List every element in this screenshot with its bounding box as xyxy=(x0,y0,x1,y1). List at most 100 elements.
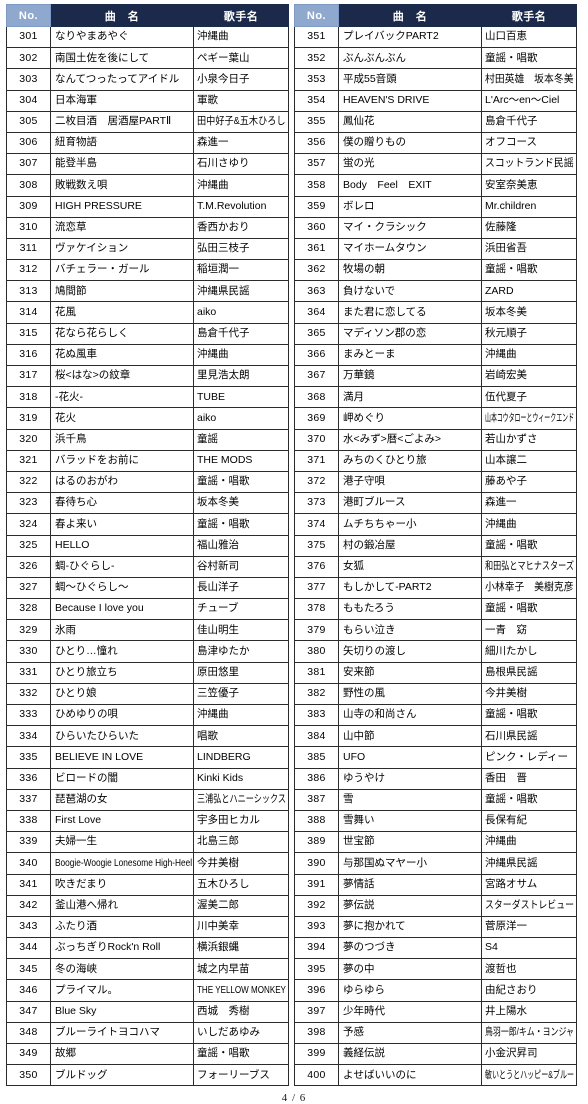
song-title-text: ゆらゆら xyxy=(343,983,385,996)
cell-song-title: 夢のつづき xyxy=(338,937,482,960)
artist-name-text: aiko xyxy=(197,305,217,318)
artist-name-text: いしだあゆみ xyxy=(197,1026,260,1039)
table-row: 302 南国土佐を後にして ペギー葉山 xyxy=(6,47,289,70)
song-title-text: 夢に抱かれて xyxy=(343,920,406,933)
cell-artist-name: LINDBERG xyxy=(193,746,289,769)
song-title-text: 負けないで xyxy=(343,284,396,297)
artist-name-text: 沖縄曲 xyxy=(485,835,517,848)
cell-song-title: 牧場の朝 xyxy=(338,259,482,282)
table-row: 311 ヴァケイション 弘田三枝子 xyxy=(6,237,289,261)
artist-name-text: 石川県民謡 xyxy=(485,729,538,742)
artist-name-text: aiko xyxy=(197,411,217,424)
song-title-text: 花風 xyxy=(55,305,76,318)
cell-song-title: 負けないで xyxy=(338,280,482,303)
cell-artist-name: 童謡・唱歌 xyxy=(481,259,577,282)
table-row: 335 BELIEVE IN LOVE LINDBERG xyxy=(6,746,289,769)
cell-song-title: Because I love you xyxy=(50,598,194,621)
cell-no: 313 xyxy=(6,280,51,303)
cell-artist-name: 川中美幸 xyxy=(193,915,289,939)
cell-no: 387 xyxy=(294,788,339,811)
cell-song-title: HELLO xyxy=(50,534,194,557)
cell-no: 379 xyxy=(294,619,339,642)
cell-artist-name: 小泉今日子 xyxy=(193,68,289,91)
artist-name-text: 森進一 xyxy=(485,496,517,509)
cell-artist-name: 山本譲二 xyxy=(481,449,577,472)
cell-artist-name: 谷村新司 xyxy=(193,555,289,578)
table-row: 353 平成55音頭 村田英雄 坂本冬美 xyxy=(294,68,577,91)
cell-artist-name: 童謡・唱歌 xyxy=(193,1042,289,1066)
cell-song-title: 吹きだまり xyxy=(50,873,194,896)
cell-song-title: BELIEVE IN LOVE xyxy=(50,746,194,769)
cell-song-title: 夢に抱かれて xyxy=(338,915,482,939)
song-title-text: 満月 xyxy=(343,390,364,403)
cell-song-title: まみとーま xyxy=(338,343,482,367)
cell-artist-name: スターダストレビュー xyxy=(481,894,577,917)
table-row: 349 故郷 童謡・唱歌 xyxy=(6,1042,289,1066)
artist-name-text: 秋元順子 xyxy=(485,326,527,339)
table-header-left: No. 曲 名 歌手名 xyxy=(6,4,289,27)
song-title-text: 氷雨 xyxy=(55,623,76,636)
cell-no: 398 xyxy=(294,1021,339,1045)
cell-no: 358 xyxy=(294,174,339,197)
cell-artist-name: 細川たかし xyxy=(481,640,577,663)
cell-no: 324 xyxy=(6,513,51,536)
cell-song-title: Boogie-Woogie Lonesome High-Heel xyxy=(50,852,194,875)
cell-no: 355 xyxy=(294,110,339,133)
song-title-text: 二枚目酒 居酒屋PARTⅡ xyxy=(55,115,172,128)
cell-no: 333 xyxy=(6,703,51,727)
cell-song-title: ひとり娘 xyxy=(50,682,194,706)
cell-artist-name: 香西かおり xyxy=(193,216,289,239)
artist-name-text: 山口百恵 xyxy=(485,30,527,43)
cell-no: 360 xyxy=(294,216,339,239)
cell-song-title: 紐育物語 xyxy=(50,131,194,155)
song-title-text: もらい泣き xyxy=(343,623,396,636)
artist-name-text: 村田英雄 坂本冬美 xyxy=(485,72,574,85)
artist-name-text: 島根県民謡 xyxy=(485,665,538,678)
cell-no: 376 xyxy=(294,555,339,578)
table-row: 345 冬の海峡 城之内早苗 xyxy=(6,958,289,981)
artist-name-text: 今井美樹 xyxy=(197,856,239,869)
table-row: 319 花火 aiko xyxy=(6,407,289,430)
cell-no: 304 xyxy=(6,89,51,112)
artist-name-text: 由紀さおり xyxy=(485,983,538,996)
cell-song-title: 蜩-ひぐらし- xyxy=(50,555,194,578)
table-row: 362 牧場の朝 童謡・唱歌 xyxy=(294,259,577,282)
cell-song-title: 桜<はな>の紋章 xyxy=(50,364,194,388)
song-title-text: HIGH PRESSURE xyxy=(55,199,142,212)
table-row: 398 予感 鳥羽一郎/キム・ヨンジャ xyxy=(294,1021,577,1045)
song-title-text: 万華鏡 xyxy=(343,369,375,382)
cell-no: 341 xyxy=(6,873,51,896)
song-title-text: ひらいたひらいた xyxy=(55,729,139,742)
cell-song-title: 蜩～ひぐらし～ xyxy=(50,576,194,600)
song-title-text: 蛍の光 xyxy=(343,157,375,170)
cell-song-title: ビロードの闇 xyxy=(50,767,194,790)
cell-no: 374 xyxy=(294,513,339,536)
cell-song-title: ひとり…憧れ xyxy=(50,640,194,663)
table-row: 367 万華鏡 岩崎宏美 xyxy=(294,364,577,388)
song-title-text: 山寺の和尚さん xyxy=(343,708,417,721)
artist-name-text: 横浜銀蝿 xyxy=(197,941,239,954)
song-title-text: ひとり娘 xyxy=(55,687,97,700)
cell-no: 386 xyxy=(294,767,339,790)
cell-song-title: 万華鏡 xyxy=(338,364,482,388)
artist-name-text: S4 xyxy=(485,941,498,954)
cell-artist-name: ペギー葉山 xyxy=(193,47,289,70)
cell-no: 307 xyxy=(6,153,51,176)
table-row: 341 吹きだまり 五木ひろし xyxy=(6,873,289,896)
cell-no: 321 xyxy=(6,449,51,472)
table-row: 355 鳳仙花 島倉千代子 xyxy=(294,110,577,133)
table-row: 321 バラッドをお前に THE MODS xyxy=(6,449,289,472)
artist-name-text: 原田悠里 xyxy=(197,665,239,678)
cell-artist-name: 坂本冬美 xyxy=(481,301,577,324)
cell-song-title: 雪 xyxy=(338,788,482,811)
cell-no: 317 xyxy=(6,364,51,388)
table-row: 338 First Love 宇多田ヒカル xyxy=(6,809,289,833)
cell-song-title: 花火 xyxy=(50,407,194,430)
song-title-text: ボレロ xyxy=(343,199,375,212)
song-title-text: -花火- xyxy=(55,390,83,403)
artist-name-text: チューブ xyxy=(197,602,239,615)
table-body-right: 351 プレイバックPART2 山口百恵 352 ぶんぶんぶん 童謡・唱歌 353 平成55音… xyxy=(294,25,577,1087)
table-row: 305 二枚目酒 居酒屋PARTⅡ 田中好子&五木ひろし xyxy=(6,110,289,133)
cell-song-title: 夢の中 xyxy=(338,958,482,981)
cell-artist-name: 岩崎宏美 xyxy=(481,364,577,388)
